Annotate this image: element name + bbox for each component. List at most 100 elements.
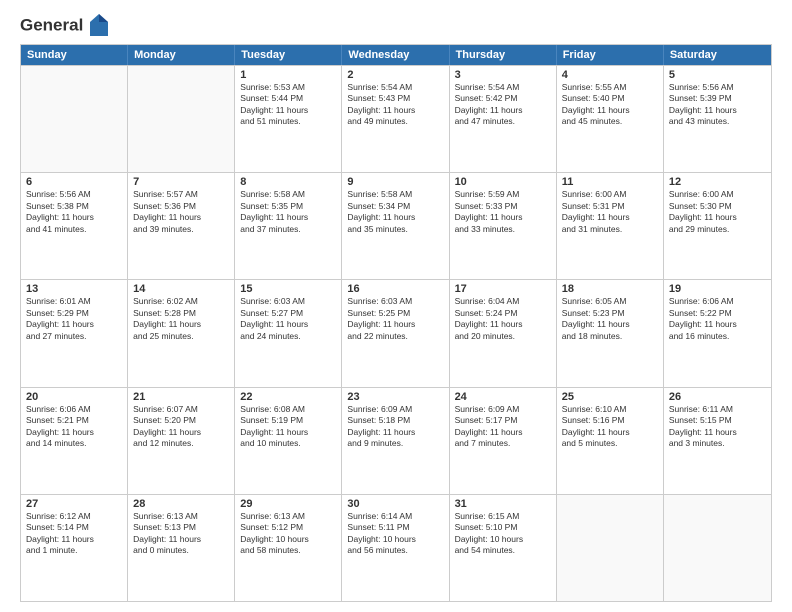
calendar-cell: 19Sunrise: 6:06 AMSunset: 5:22 PMDayligh… — [664, 280, 771, 386]
day-number: 16 — [347, 283, 443, 295]
calendar-cell: 14Sunrise: 6:02 AMSunset: 5:28 PMDayligh… — [128, 280, 235, 386]
calendar-cell: 11Sunrise: 6:00 AMSunset: 5:31 PMDayligh… — [557, 173, 664, 279]
calendar-cell — [128, 66, 235, 172]
calendar-cell: 17Sunrise: 6:04 AMSunset: 5:24 PMDayligh… — [450, 280, 557, 386]
day-info: Sunrise: 6:15 AMSunset: 5:10 PMDaylight:… — [455, 511, 551, 557]
calendar-cell: 29Sunrise: 6:13 AMSunset: 5:12 PMDayligh… — [235, 495, 342, 601]
day-info: Sunrise: 6:13 AMSunset: 5:13 PMDaylight:… — [133, 511, 229, 557]
day-number: 26 — [669, 391, 766, 403]
calendar-cell: 1Sunrise: 5:53 AMSunset: 5:44 PMDaylight… — [235, 66, 342, 172]
calendar-cell: 26Sunrise: 6:11 AMSunset: 5:15 PMDayligh… — [664, 388, 771, 494]
header-day-saturday: Saturday — [664, 45, 771, 65]
day-number: 1 — [240, 69, 336, 81]
day-info: Sunrise: 5:56 AMSunset: 5:38 PMDaylight:… — [26, 189, 122, 235]
day-info: Sunrise: 6:12 AMSunset: 5:14 PMDaylight:… — [26, 511, 122, 557]
header-day-wednesday: Wednesday — [342, 45, 449, 65]
calendar-cell: 13Sunrise: 6:01 AMSunset: 5:29 PMDayligh… — [21, 280, 128, 386]
day-info: Sunrise: 6:02 AMSunset: 5:28 PMDaylight:… — [133, 296, 229, 342]
calendar-header: SundayMondayTuesdayWednesdayThursdayFrid… — [21, 45, 771, 65]
day-info: Sunrise: 6:07 AMSunset: 5:20 PMDaylight:… — [133, 404, 229, 450]
day-number: 25 — [562, 391, 658, 403]
day-info: Sunrise: 6:11 AMSunset: 5:15 PMDaylight:… — [669, 404, 766, 450]
calendar-cell: 15Sunrise: 6:03 AMSunset: 5:27 PMDayligh… — [235, 280, 342, 386]
calendar-cell: 4Sunrise: 5:55 AMSunset: 5:40 PMDaylight… — [557, 66, 664, 172]
day-info: Sunrise: 5:56 AMSunset: 5:39 PMDaylight:… — [669, 82, 766, 128]
calendar-cell: 9Sunrise: 5:58 AMSunset: 5:34 PMDaylight… — [342, 173, 449, 279]
day-info: Sunrise: 5:59 AMSunset: 5:33 PMDaylight:… — [455, 189, 551, 235]
day-info: Sunrise: 6:04 AMSunset: 5:24 PMDaylight:… — [455, 296, 551, 342]
day-info: Sunrise: 6:10 AMSunset: 5:16 PMDaylight:… — [562, 404, 658, 450]
day-number: 20 — [26, 391, 122, 403]
calendar-cell: 5Sunrise: 5:56 AMSunset: 5:39 PMDaylight… — [664, 66, 771, 172]
calendar-cell — [664, 495, 771, 601]
day-info: Sunrise: 6:09 AMSunset: 5:18 PMDaylight:… — [347, 404, 443, 450]
day-number: 23 — [347, 391, 443, 403]
day-number: 6 — [26, 176, 122, 188]
day-number: 30 — [347, 498, 443, 510]
day-number: 21 — [133, 391, 229, 403]
day-info: Sunrise: 6:01 AMSunset: 5:29 PMDaylight:… — [26, 296, 122, 342]
day-info: Sunrise: 6:14 AMSunset: 5:11 PMDaylight:… — [347, 511, 443, 557]
day-number: 27 — [26, 498, 122, 510]
day-info: Sunrise: 6:06 AMSunset: 5:21 PMDaylight:… — [26, 404, 122, 450]
day-number: 13 — [26, 283, 122, 295]
calendar-week-2: 6Sunrise: 5:56 AMSunset: 5:38 PMDaylight… — [21, 172, 771, 279]
day-number: 18 — [562, 283, 658, 295]
day-info: Sunrise: 5:54 AMSunset: 5:42 PMDaylight:… — [455, 82, 551, 128]
header-day-tuesday: Tuesday — [235, 45, 342, 65]
calendar-cell: 21Sunrise: 6:07 AMSunset: 5:20 PMDayligh… — [128, 388, 235, 494]
day-number: 8 — [240, 176, 336, 188]
day-number: 4 — [562, 69, 658, 81]
day-info: Sunrise: 6:13 AMSunset: 5:12 PMDaylight:… — [240, 511, 336, 557]
day-info: Sunrise: 5:55 AMSunset: 5:40 PMDaylight:… — [562, 82, 658, 128]
day-number: 12 — [669, 176, 766, 188]
calendar-cell: 31Sunrise: 6:15 AMSunset: 5:10 PMDayligh… — [450, 495, 557, 601]
calendar-week-3: 13Sunrise: 6:01 AMSunset: 5:29 PMDayligh… — [21, 279, 771, 386]
day-number: 2 — [347, 69, 443, 81]
calendar-cell: 23Sunrise: 6:09 AMSunset: 5:18 PMDayligh… — [342, 388, 449, 494]
calendar-cell: 25Sunrise: 6:10 AMSunset: 5:16 PMDayligh… — [557, 388, 664, 494]
day-number: 11 — [562, 176, 658, 188]
calendar-cell: 24Sunrise: 6:09 AMSunset: 5:17 PMDayligh… — [450, 388, 557, 494]
day-number: 31 — [455, 498, 551, 510]
calendar-cell — [557, 495, 664, 601]
calendar-cell: 16Sunrise: 6:03 AMSunset: 5:25 PMDayligh… — [342, 280, 449, 386]
calendar-cell: 10Sunrise: 5:59 AMSunset: 5:33 PMDayligh… — [450, 173, 557, 279]
day-number: 3 — [455, 69, 551, 81]
calendar-cell: 18Sunrise: 6:05 AMSunset: 5:23 PMDayligh… — [557, 280, 664, 386]
logo-general: General — [20, 15, 83, 34]
calendar-body: 1Sunrise: 5:53 AMSunset: 5:44 PMDaylight… — [21, 65, 771, 601]
day-number: 22 — [240, 391, 336, 403]
day-number: 7 — [133, 176, 229, 188]
header-day-thursday: Thursday — [450, 45, 557, 65]
calendar-week-5: 27Sunrise: 6:12 AMSunset: 5:14 PMDayligh… — [21, 494, 771, 601]
calendar-cell: 7Sunrise: 5:57 AMSunset: 5:36 PMDaylight… — [128, 173, 235, 279]
calendar-cell: 28Sunrise: 6:13 AMSunset: 5:13 PMDayligh… — [128, 495, 235, 601]
calendar-cell: 20Sunrise: 6:06 AMSunset: 5:21 PMDayligh… — [21, 388, 128, 494]
calendar-cell: 12Sunrise: 6:00 AMSunset: 5:30 PMDayligh… — [664, 173, 771, 279]
day-info: Sunrise: 6:03 AMSunset: 5:27 PMDaylight:… — [240, 296, 336, 342]
calendar-week-1: 1Sunrise: 5:53 AMSunset: 5:44 PMDaylight… — [21, 65, 771, 172]
day-info: Sunrise: 6:00 AMSunset: 5:30 PMDaylight:… — [669, 189, 766, 235]
calendar-cell: 3Sunrise: 5:54 AMSunset: 5:42 PMDaylight… — [450, 66, 557, 172]
calendar-cell: 30Sunrise: 6:14 AMSunset: 5:11 PMDayligh… — [342, 495, 449, 601]
day-number: 19 — [669, 283, 766, 295]
day-number: 15 — [240, 283, 336, 295]
calendar-week-4: 20Sunrise: 6:06 AMSunset: 5:21 PMDayligh… — [21, 387, 771, 494]
day-info: Sunrise: 5:53 AMSunset: 5:44 PMDaylight:… — [240, 82, 336, 128]
header-day-friday: Friday — [557, 45, 664, 65]
day-number: 9 — [347, 176, 443, 188]
day-info: Sunrise: 5:58 AMSunset: 5:34 PMDaylight:… — [347, 189, 443, 235]
calendar-cell: 2Sunrise: 5:54 AMSunset: 5:43 PMDaylight… — [342, 66, 449, 172]
header-day-monday: Monday — [128, 45, 235, 65]
day-info: Sunrise: 5:54 AMSunset: 5:43 PMDaylight:… — [347, 82, 443, 128]
logo: General — [20, 16, 108, 36]
day-info: Sunrise: 6:08 AMSunset: 5:19 PMDaylight:… — [240, 404, 336, 450]
day-info: Sunrise: 6:05 AMSunset: 5:23 PMDaylight:… — [562, 296, 658, 342]
day-number: 17 — [455, 283, 551, 295]
header-day-sunday: Sunday — [21, 45, 128, 65]
day-info: Sunrise: 6:06 AMSunset: 5:22 PMDaylight:… — [669, 296, 766, 342]
page-header: General — [20, 16, 772, 36]
day-number: 29 — [240, 498, 336, 510]
day-info: Sunrise: 6:09 AMSunset: 5:17 PMDaylight:… — [455, 404, 551, 450]
